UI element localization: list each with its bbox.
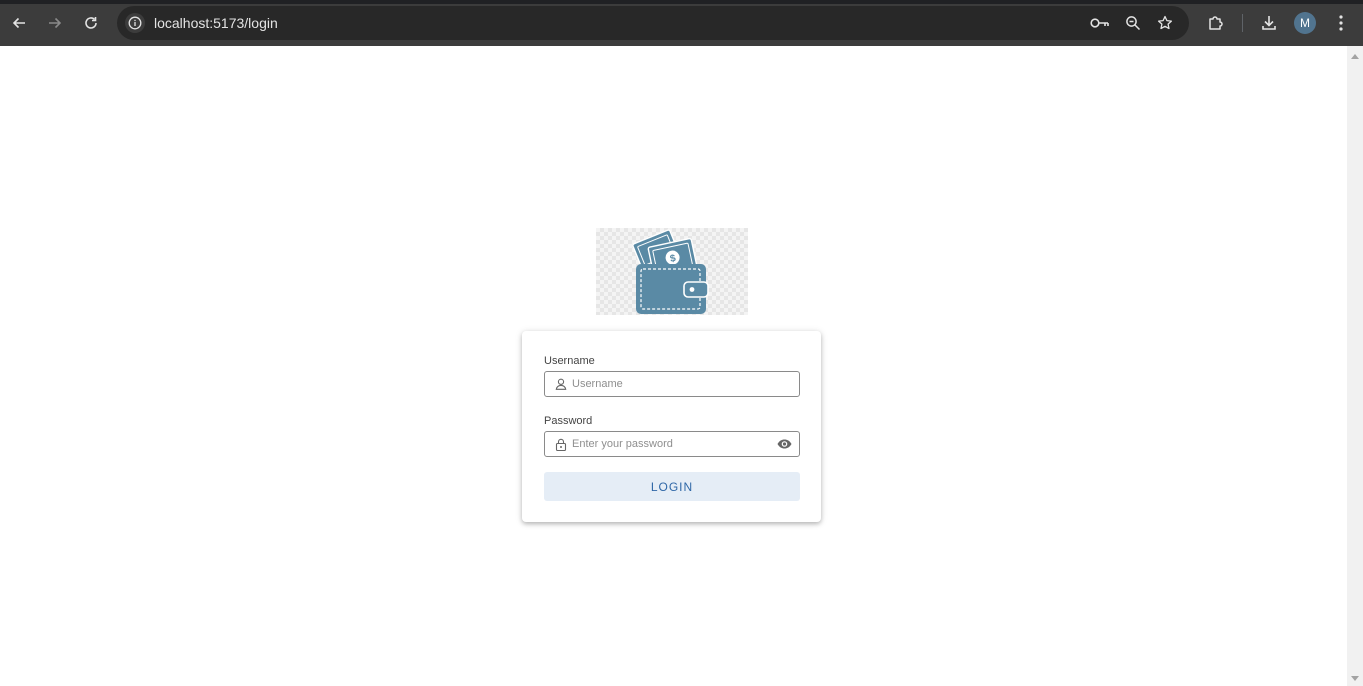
username-label: Username — [544, 355, 595, 367]
bookmark-star-icon — [1157, 15, 1173, 30]
lock-icon — [554, 437, 568, 451]
info-icon — [128, 16, 142, 30]
forward-icon — [49, 17, 62, 29]
extensions-icon — [1209, 16, 1223, 30]
browser-menu-button[interactable] — [1329, 11, 1353, 35]
password-label: Password — [544, 415, 593, 427]
eye-icon — [777, 439, 791, 449]
scroll-up-arrow-icon[interactable] — [1351, 54, 1359, 59]
toolbar-divider — [1242, 14, 1243, 32]
zoom-button[interactable] — [1123, 13, 1143, 33]
page-scrollbar[interactable] — [1347, 46, 1363, 686]
password-manager-button[interactable] — [1090, 13, 1110, 33]
zoom-icon — [1126, 16, 1141, 31]
extensions-button[interactable] — [1204, 11, 1228, 35]
bookmark-button[interactable] — [1155, 13, 1175, 33]
password-field[interactable] — [544, 431, 800, 457]
more-vert-icon — [1339, 15, 1343, 31]
site-info-button[interactable] — [125, 13, 145, 33]
back-button[interactable] — [7, 11, 31, 35]
login-card: Username Password LOGIN — [522, 331, 821, 522]
browser-toolbar: localhost:5173/login M — [0, 0, 1363, 46]
profile-avatar[interactable]: M — [1294, 12, 1316, 34]
url-text[interactable]: localhost:5173/login — [154, 15, 278, 31]
reload-icon — [85, 17, 97, 29]
scroll-down-arrow-icon[interactable] — [1351, 676, 1359, 681]
password-key-icon — [1090, 18, 1109, 28]
download-icon — [1262, 16, 1276, 30]
forward-button[interactable] — [43, 11, 67, 35]
tab-strip — [0, 0, 1363, 4]
wallet-icon: $ — [632, 229, 709, 314]
back-icon — [12, 17, 25, 29]
downloads-button[interactable] — [1257, 11, 1281, 35]
password-input[interactable] — [572, 435, 772, 453]
login-button[interactable]: LOGIN — [544, 472, 800, 501]
reload-button[interactable] — [79, 11, 103, 35]
address-bar[interactable]: localhost:5173/login — [117, 6, 1189, 40]
show-password-toggle[interactable] — [776, 437, 792, 451]
username-field[interactable] — [544, 371, 800, 397]
wallet-logo: $ — [596, 228, 748, 315]
username-input[interactable] — [572, 375, 772, 393]
user-icon — [554, 377, 568, 391]
